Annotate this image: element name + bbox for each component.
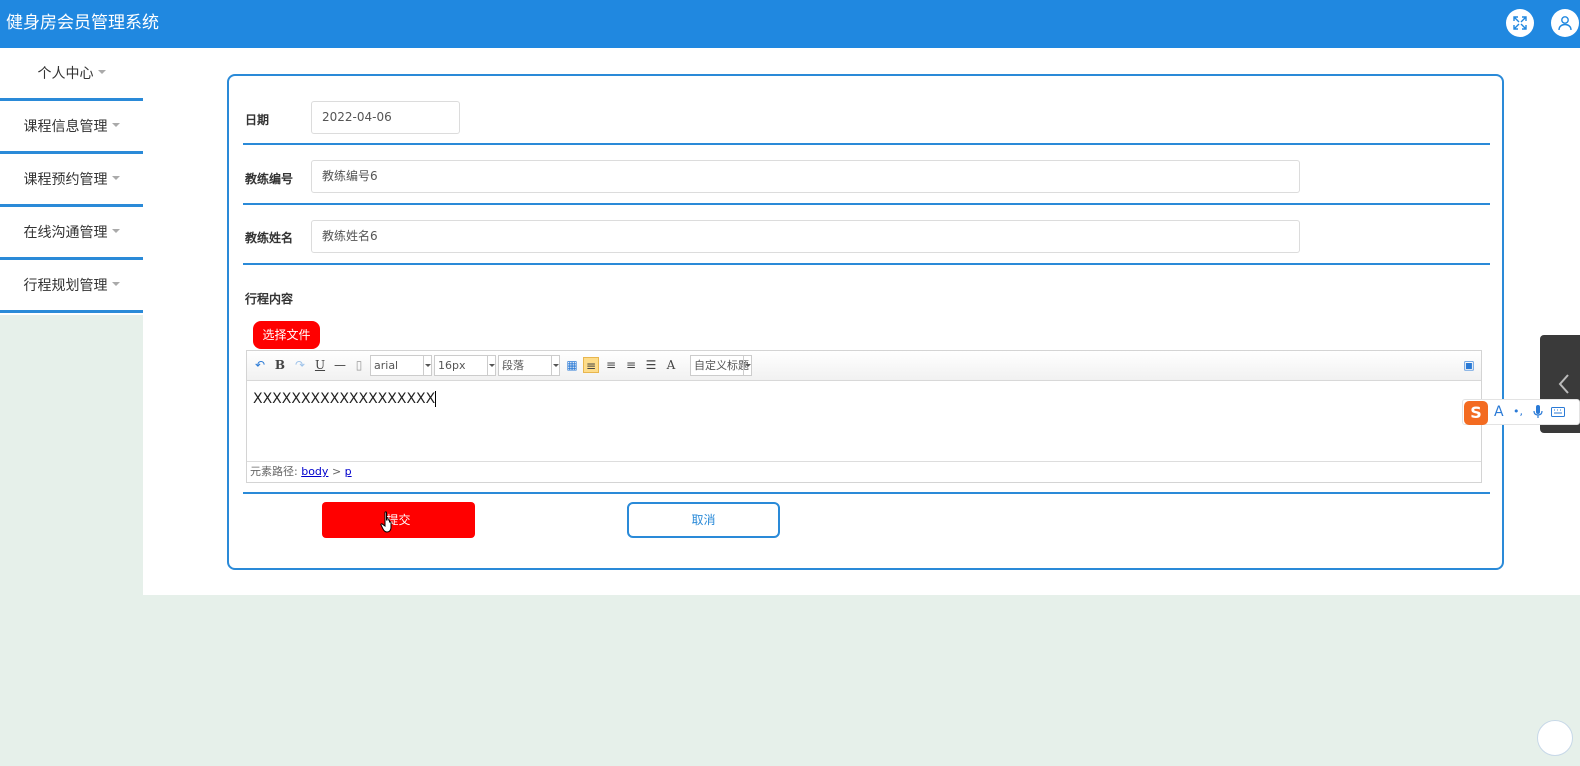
caret-down-icon bbox=[111, 282, 120, 286]
coach-name-label: 教练姓名 bbox=[245, 231, 294, 245]
element-path-label: 元素路径: bbox=[250, 465, 298, 478]
path-separator: > bbox=[331, 465, 342, 478]
align-center-icon[interactable]: ≡ bbox=[623, 357, 639, 373]
path-p-link[interactable]: p bbox=[345, 465, 352, 478]
ime-logo[interactable]: S bbox=[1464, 401, 1488, 425]
element-path-bar: 元素路径: body > p bbox=[247, 461, 1481, 482]
top-header: 健身房会员管理系统 bbox=[0, 0, 1580, 48]
user-icon bbox=[1558, 16, 1572, 31]
sidebar-item-label: 在线沟通管理 bbox=[23, 225, 108, 241]
font-family-select[interactable]: arial bbox=[370, 355, 432, 376]
bold-icon[interactable]: B bbox=[272, 357, 288, 373]
text-cursor bbox=[435, 391, 437, 407]
user-button[interactable] bbox=[1551, 9, 1579, 37]
sidebar-item-label: 行程规划管理 bbox=[23, 278, 108, 294]
paragraph-value: 段落 bbox=[502, 359, 524, 372]
ime-mode-icon[interactable]: A bbox=[1494, 403, 1504, 421]
itinerary-label: 行程内容 bbox=[245, 292, 294, 306]
ime-punct-icon[interactable]: •, bbox=[1513, 403, 1523, 421]
sidebar-item-online-chat[interactable]: 在线沟通管理 bbox=[0, 207, 143, 260]
table-icon[interactable]: ▦ bbox=[564, 357, 580, 373]
horizontal-rule-icon[interactable]: — bbox=[332, 357, 348, 373]
hand-cursor-icon bbox=[380, 511, 392, 533]
caret-down-icon bbox=[111, 176, 120, 180]
choose-file-button[interactable]: 选择文件 bbox=[253, 321, 320, 349]
font-size-value: 16px bbox=[438, 359, 466, 372]
custom-title-value: 自定义标题 bbox=[694, 359, 749, 372]
redo-icon[interactable]: ↷ bbox=[292, 357, 308, 373]
editor-text: XXXXXXXXXXXXXXXXXXX bbox=[253, 391, 436, 407]
floating-action-button[interactable] bbox=[1537, 720, 1573, 756]
undo-icon[interactable]: ↶ bbox=[252, 357, 268, 373]
rich-text-editor: ↶ B ↷ U — ▯ arial 16px 段落 ▦ ≡ ≡ ≡ ☰ A 自定… bbox=[246, 350, 1482, 483]
sidebar: 个人中心 课程信息管理 课程预约管理 在线沟通管理 行程规划管理 bbox=[0, 48, 143, 315]
page-icon[interactable]: ▯ bbox=[351, 357, 367, 373]
editor-toolbar: ↶ B ↷ U — ▯ arial 16px 段落 ▦ ≡ ≡ ≡ ☰ A 自定… bbox=[247, 351, 1481, 381]
chevron-left-icon bbox=[1558, 374, 1569, 394]
font-family-value: arial bbox=[374, 359, 399, 372]
sidebar-item-personal-center[interactable]: 个人中心 bbox=[0, 48, 143, 101]
dropdown-arrow-icon bbox=[487, 356, 495, 375]
custom-title-select[interactable]: 自定义标题 bbox=[690, 355, 752, 376]
mic-icon[interactable] bbox=[1533, 405, 1543, 419]
date-label: 日期 bbox=[245, 113, 270, 127]
sidebar-item-label: 课程预约管理 bbox=[23, 172, 108, 188]
sidebar-item-course-booking[interactable]: 课程预约管理 bbox=[0, 154, 143, 207]
itinerary-form: 日期 2022-04-06 教练编号 教练编号6 教练姓名 教练姓名6 行程内容… bbox=[227, 74, 1504, 570]
dropdown-arrow-icon bbox=[743, 356, 751, 375]
form-row-date: 日期 2022-04-06 bbox=[243, 76, 1490, 145]
path-body-link[interactable]: body bbox=[301, 465, 328, 478]
cancel-button[interactable]: 取消 bbox=[627, 502, 780, 538]
caret-down-icon bbox=[111, 123, 120, 127]
fullscreen-icon bbox=[1513, 16, 1527, 30]
fullscreen-button[interactable] bbox=[1506, 9, 1534, 37]
coach-name-input[interactable]: 教练姓名6 bbox=[311, 220, 1300, 253]
coach-id-label: 教练编号 bbox=[245, 172, 294, 186]
caret-down-icon bbox=[111, 229, 120, 233]
caret-down-icon bbox=[97, 70, 106, 74]
editor-content[interactable]: XXXXXXXXXXXXXXXXXXX bbox=[253, 391, 437, 407]
app-title: 健身房会员管理系统 bbox=[6, 13, 159, 33]
font-color-icon[interactable]: A bbox=[663, 357, 679, 373]
dropdown-arrow-icon bbox=[423, 356, 431, 375]
align-left-icon[interactable]: ≡ bbox=[583, 357, 599, 373]
coach-id-input[interactable]: 教练编号6 bbox=[311, 160, 1300, 193]
underline-icon[interactable]: U bbox=[312, 357, 328, 373]
sidebar-item-itinerary[interactable]: 行程规划管理 bbox=[0, 260, 143, 313]
submit-button[interactable]: 提交 bbox=[322, 502, 475, 538]
sidebar-item-label: 个人中心 bbox=[37, 66, 94, 82]
sidebar-item-label: 课程信息管理 bbox=[23, 119, 108, 135]
date-input[interactable]: 2022-04-06 bbox=[311, 101, 460, 134]
dropdown-arrow-icon bbox=[551, 356, 559, 375]
paragraph-select[interactable]: 段落 bbox=[498, 355, 560, 376]
keyboard-icon[interactable] bbox=[1551, 407, 1565, 417]
sidebar-item-course-info[interactable]: 课程信息管理 bbox=[0, 101, 143, 154]
ime-toolbar: S A •, bbox=[1462, 399, 1580, 425]
form-row-coach-name: 教练姓名 教练姓名6 bbox=[243, 205, 1490, 265]
align-justify-icon[interactable]: ☰ bbox=[643, 357, 659, 373]
fullscreen-editor-icon[interactable]: ▣ bbox=[1461, 357, 1477, 373]
align-right-icon[interactable]: ≡ bbox=[603, 357, 619, 373]
font-size-select[interactable]: 16px bbox=[434, 355, 496, 376]
form-row-coach-id: 教练编号 教练编号6 bbox=[243, 145, 1490, 205]
